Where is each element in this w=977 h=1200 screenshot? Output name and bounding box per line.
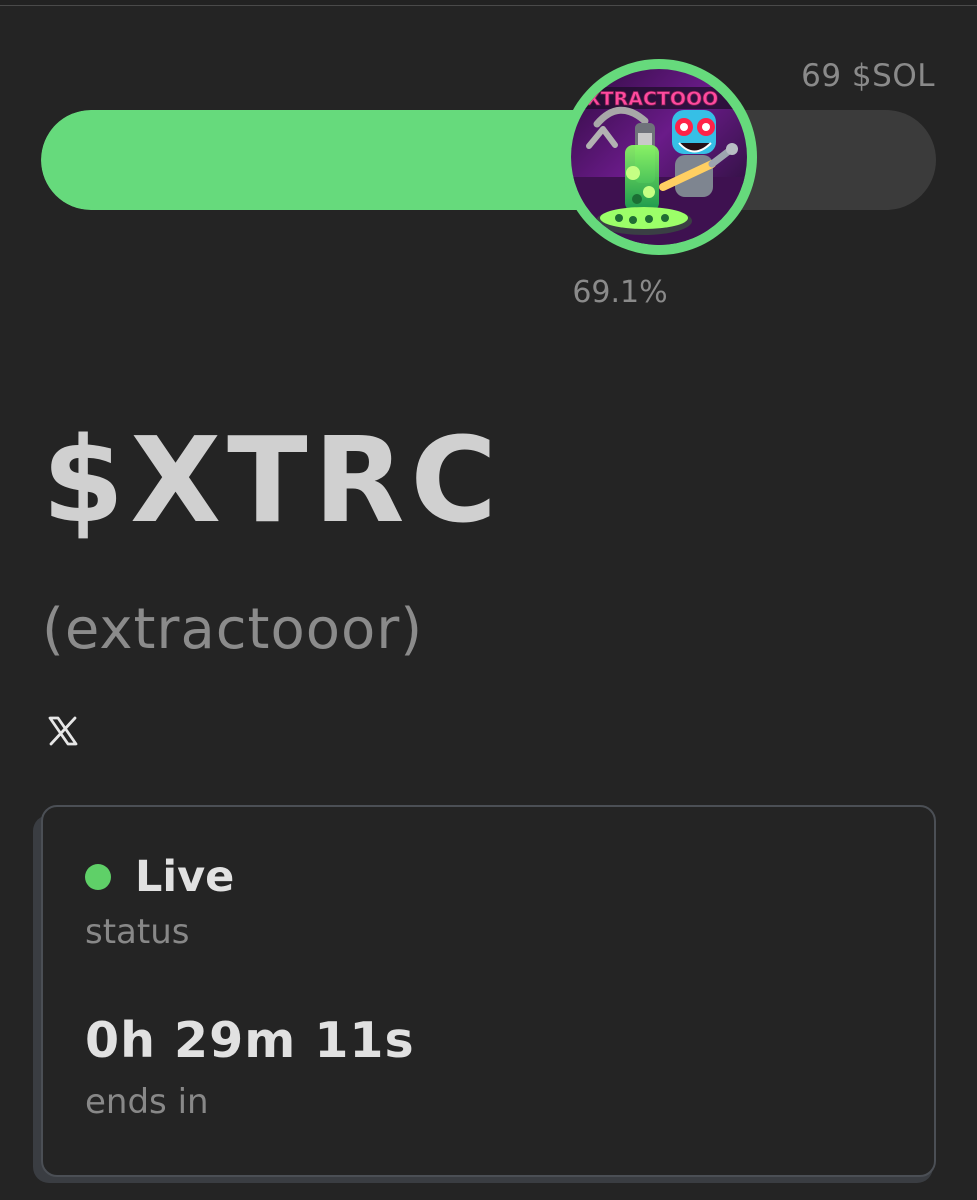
token-avatar-marker: XTRACTOOO [561, 59, 758, 255]
logo-lettering: XTRACTOOO [586, 88, 718, 110]
token-ticker: $XTRC [42, 411, 504, 549]
status-card: Live status 0h 29m 11s ends in [41, 805, 936, 1177]
countdown-label: ends in [85, 1082, 209, 1122]
token-name: (extractooor) [42, 597, 424, 662]
extractooor-logo-icon: XTRACTOOO [571, 69, 748, 245]
live-status-indicator [85, 864, 111, 890]
x-logo-icon[interactable] [44, 712, 82, 750]
status-value: Live [135, 852, 235, 902]
status-row: Live [85, 851, 234, 903]
countdown-value: 0h 29m 11s [85, 1012, 415, 1069]
status-label: status [85, 912, 190, 952]
top-divider [0, 0, 977, 6]
raise-goal: 69 $SOL [801, 58, 935, 94]
raise-progress-percent: 69.1% [572, 275, 668, 310]
raise-progress-bar [41, 110, 936, 210]
